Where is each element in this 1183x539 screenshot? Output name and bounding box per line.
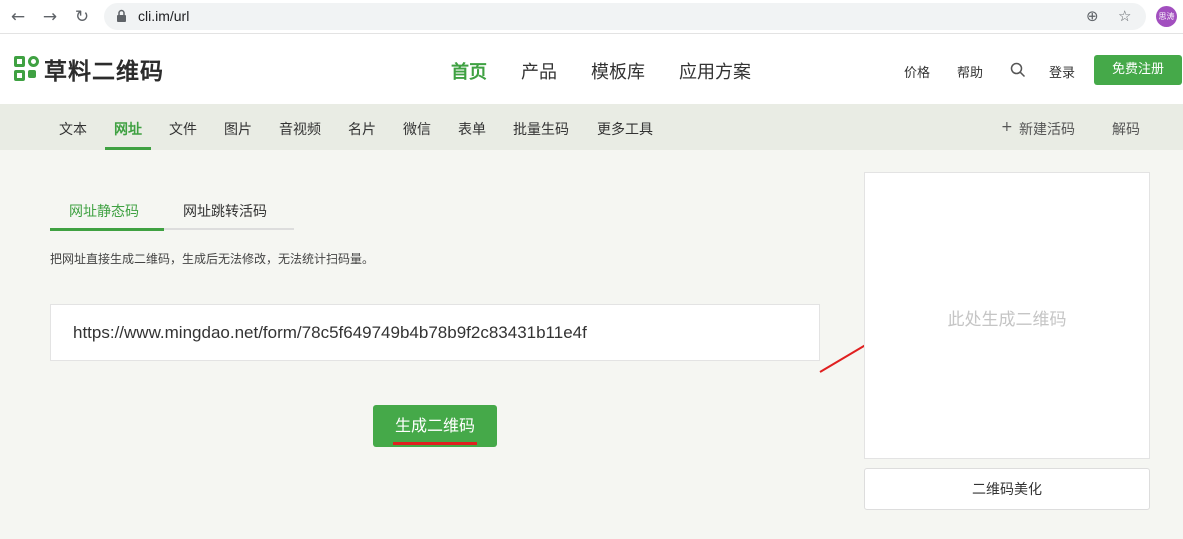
price-link[interactable]: 价格 [904,62,930,81]
url-input[interactable] [50,304,820,361]
nav-home[interactable]: 首页 [451,58,487,84]
annotation-underline [393,442,477,445]
generate-qr-button[interactable]: 生成二维码 [373,405,497,447]
nav-solutions[interactable]: 应用方案 [679,58,751,84]
browser-toolbar: ← → ↻ cli.im/url ⊕ ☆ 思涛 [0,0,1183,34]
category-form[interactable]: 表单 [458,119,486,139]
reload-icon[interactable]: ↻ [72,7,92,27]
decode-link[interactable]: 解码 [1112,119,1140,139]
beautify-qr-button[interactable]: 二维码美化 [864,468,1150,510]
lock-icon [117,9,126,22]
category-card[interactable]: 名片 [348,119,376,139]
qr-preview-panel: 此处生成二维码 [864,172,1150,459]
category-batch[interactable]: 批量生码 [513,119,569,139]
register-button[interactable]: 免费注册 [1094,55,1182,85]
help-link[interactable]: 帮助 [957,62,983,81]
zoom-icon[interactable]: ⊕ [1086,7,1099,25]
qr-placeholder-text: 此处生成二维码 [947,310,1067,330]
back-arrow-icon[interactable]: ← [8,7,28,27]
category-video[interactable]: 音视频 [279,119,321,139]
address-bar[interactable]: cli.im/url ⊕ ☆ [104,3,1146,30]
category-nav: 文本 网址 文件 图片 音视频 名片 微信 表单 批量生码 更多工具 + 新建活… [0,104,1183,237]
login-link[interactable]: 登录 [1049,62,1075,81]
forward-arrow-icon[interactable]: → [40,7,60,27]
category-more-tools[interactable]: 更多工具 [597,119,653,139]
avatar[interactable]: 思涛 [1156,6,1177,27]
plus-icon: + [1001,119,1013,135]
bookmark-star-icon[interactable]: ☆ [1118,7,1131,25]
category-image[interactable]: 图片 [224,119,252,139]
logo[interactable]: 草料二维码 [14,54,164,85]
new-dynamic-code-link[interactable]: 新建活码 [1019,119,1075,139]
logo-mark-icon [14,56,40,82]
category-url[interactable]: 网址 [114,119,142,139]
active-tab-indicator [50,228,164,231]
category-text[interactable]: 文本 [59,119,87,139]
category-wechat[interactable]: 微信 [403,119,431,139]
tab-static-url-code[interactable]: 网址静态码 [69,201,139,221]
tab-dynamic-url-code[interactable]: 网址跳转活码 [183,201,267,221]
category-file[interactable]: 文件 [169,119,197,139]
description-text: 把网址直接生成二维码，生成后无法修改，无法统计扫码量。 [50,252,375,266]
site-header: 草料二维码 首页 产品 模板库 应用方案 价格 帮助 登录 免费注册 [0,34,1183,104]
url-text: cli.im/url [138,8,190,24]
search-icon[interactable] [1010,62,1026,78]
active-category-indicator [105,147,151,150]
nav-templates[interactable]: 模板库 [591,58,645,84]
logo-text: 草料二维码 [44,59,164,85]
nav-products[interactable]: 产品 [521,58,557,84]
